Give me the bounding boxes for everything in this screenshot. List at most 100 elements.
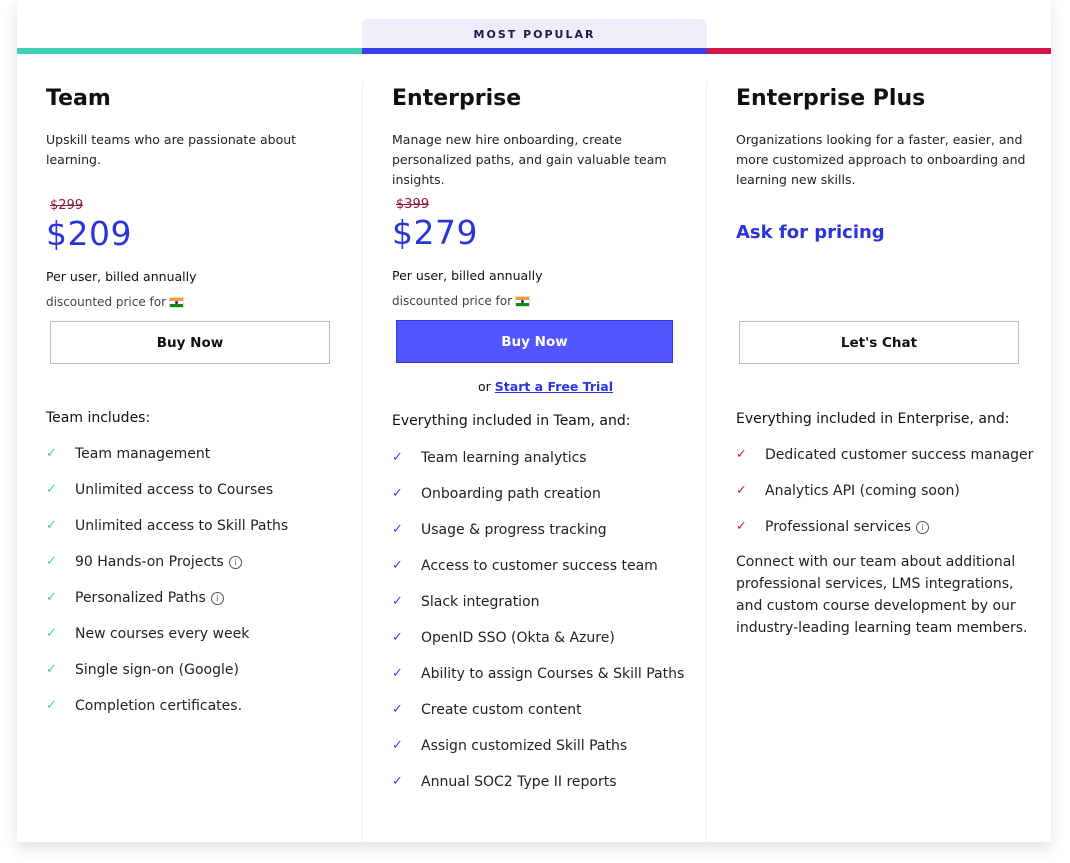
feature-item: ✓ New courses every week [46,626,288,662]
feature-list: ✓ Dedicated customer success manager ✓ Anal… [736,447,1033,555]
info-icon[interactable]: i [210,592,224,605]
start-free-trial-link[interactable]: Start a Free Trial [495,379,613,394]
feature-item: ✓ Team learning analytics [392,450,684,486]
feature-item: ✓ Completion certificates. [46,698,288,734]
includes-title: Everything included in Team, and: [392,413,631,429]
feature-item: ✓ Create custom content [392,702,684,738]
column-divider [362,82,363,842]
check-icon: ✓ [46,662,57,677]
feature-item: ✓ Annual SOC2 Type II reports [392,774,684,810]
trial-prefix: or [478,379,491,394]
feature-text: Unlimited access to Courses [75,482,274,498]
feature-item: ✓ Analytics API (coming soon) [736,483,1033,519]
feature-text: Completion certificates. [75,698,243,714]
feature-item: ✓ Unlimited access to Courses [46,482,288,518]
feature-text: Unlimited access to Skill Paths [75,518,289,534]
feature-text: Assign customized Skill Paths [421,738,628,754]
check-icon: ✓ [392,630,403,645]
feature-item: ✓ Personalized Paths i [46,590,288,626]
feature-text: Usage & progress tracking [421,522,607,538]
feature-item: ✓ Dedicated customer success manager [736,447,1033,483]
info-icon[interactable]: i [228,556,242,569]
feature-text: Access to customer success team [421,558,658,574]
feature-item: ✓ Professional services i [736,519,1033,555]
includes-title: Team includes: [46,410,151,426]
feature-item: ✓ Onboarding path creation [392,486,684,522]
feature-item: ✓ Slack integration [392,594,684,630]
check-icon: ✓ [392,450,403,465]
feature-text: Analytics API (coming soon) [765,483,960,499]
check-icon: ✓ [46,554,57,569]
feature-text: Annual SOC2 Type II reports [421,774,617,790]
plan-description: Upskill teams who are passionate about l… [46,132,297,167]
feature-text: Single sign-on (Google) [75,662,239,678]
check-icon: ✓ [736,447,747,462]
check-icon: ✓ [46,590,57,605]
feature-list: ✓ Team learning analytics ✓ Onboarding path… [392,450,684,810]
discount-label: discounted price for [46,295,167,309]
feature-text: Team management [75,446,211,462]
feature-item: ✓ Single sign-on (Google) [46,662,288,698]
check-icon: ✓ [392,666,403,681]
check-icon: ✓ [46,446,57,461]
feature-text: Team learning analytics [421,450,587,466]
feature-text: Ability to assign Courses & Skill Paths [421,666,685,682]
old-price: $299 [50,198,84,213]
check-icon: ✓ [46,482,57,497]
buy-now-button[interactable]: Buy Now [396,320,673,363]
discount-note: discounted price for [392,294,531,308]
check-icon: ✓ [736,483,747,498]
feature-text: Personalized Paths [75,590,206,606]
discount-label: discounted price for [392,294,513,308]
feature-text: OpenID SSO (Okta & Azure) [421,630,615,646]
plan-name: Enterprise Plus [736,86,926,111]
billing-note: Per user, billed annually [392,268,543,283]
feature-item: ✓ Unlimited access to Skill Paths [46,518,288,554]
feature-text: 90 Hands-on Projects [75,554,224,570]
feature-item: ✓ Ability to assign Courses & Skill Paths [392,666,684,702]
check-icon: ✓ [46,626,57,641]
plan-name: Team [46,86,111,111]
check-icon: ✓ [736,519,747,534]
enterprise-accent-bar [362,48,707,54]
check-icon: ✓ [392,522,403,537]
free-trial-line: or Start a Free Trial [478,379,613,394]
feature-text: Create custom content [421,702,582,718]
includes-title: Everything included in Enterprise, and: [736,411,1010,427]
plan-description: Manage new hire onboarding, create perso… [392,132,667,187]
billing-note: Per user, billed annually [46,269,197,284]
feature-text: Professional services [765,519,912,535]
feature-text: New courses every week [75,626,250,642]
feature-text: Dedicated customer success manager [765,447,1034,463]
check-icon: ✓ [46,698,57,713]
plan-name: Enterprise [392,86,522,111]
check-icon: ✓ [392,774,403,789]
feature-text: Slack integration [421,594,540,610]
enterprise-plus-accent-bar [707,48,1051,54]
lets-chat-button[interactable]: Let's Chat [739,321,1019,364]
old-price: $399 [396,197,430,212]
check-icon: ✓ [392,702,403,717]
info-icon[interactable]: i [916,521,930,534]
feature-item: ✓ OpenID SSO (Okta & Azure) [392,630,684,666]
india-flag-icon [515,295,531,307]
check-icon: ✓ [392,558,403,573]
price: $279 [392,213,478,252]
ask-for-pricing: Ask for pricing [736,222,885,243]
buy-now-button[interactable]: Buy Now [50,321,330,364]
india-flag-icon [169,296,185,308]
check-icon: ✓ [392,594,403,609]
check-icon: ✓ [392,486,403,501]
feature-list: ✓ Team management ✓ Unlimited access to Cou… [46,446,288,734]
feature-item: ✓ Team management [46,446,288,482]
feature-text: Onboarding path creation [421,486,601,502]
feature-item: ✓ Assign customized Skill Paths [392,738,684,774]
plan-description: Organizations looking for a faster, easi… [736,132,1026,187]
feature-item: ✓ 90 Hands-on Projects i [46,554,288,590]
additional-services-text: Connect with our team about additional p… [736,554,1028,636]
feature-item: ✓ Usage & progress tracking [392,522,684,558]
price: $209 [46,214,132,253]
team-accent-bar [17,48,362,54]
most-popular-badge: MOST POPULAR [362,19,707,49]
check-icon: ✓ [392,738,403,753]
